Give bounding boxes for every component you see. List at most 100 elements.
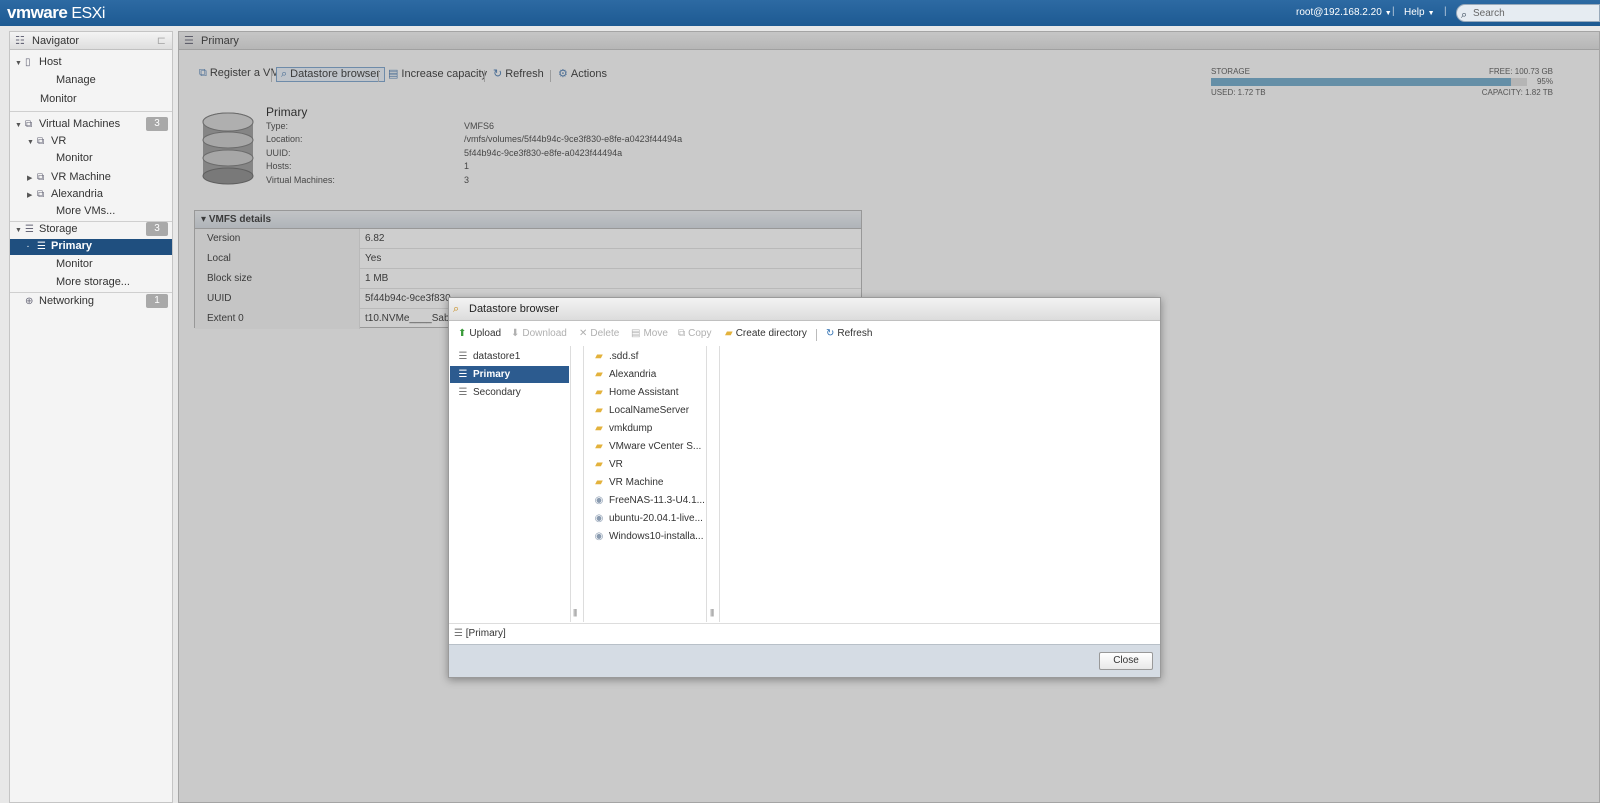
dialog-toolbar: ⬆ Upload ⬇ Download ✕ Delete ▤ Move ⧉ Copy ▰ C… [449, 325, 1160, 343]
datastore-browser-icon: ⌕ [453, 303, 460, 315]
navigator-panel: ☷ Navigator ⊏ ▼ ▯ Host Manage Monitor ▼ ⧉ Vi… [9, 31, 173, 803]
vm-icon: ⧉ [37, 136, 45, 147]
folder-add-icon: ▰ [725, 328, 733, 339]
delete-icon: ✕ [579, 328, 588, 339]
help-menu[interactable]: Help ▼ [1404, 7, 1435, 18]
datastore-icon: ☰ [37, 241, 46, 252]
nav-host[interactable]: ▼ ▯ Host [15, 54, 62, 71]
separator [816, 329, 817, 341]
vm-icon: ⧉ [37, 172, 45, 183]
folder-icon: ▰ [595, 405, 603, 416]
navigator-header: ☷ Navigator ⊏ [10, 32, 172, 50]
nav-storage-primary[interactable]: · ☰ Primary [27, 238, 92, 255]
disc-image-icon: ◉ [594, 531, 604, 542]
datastore-list: ☰ datastore1 ☰ Primary ☰ Secondary ||| [449, 346, 577, 622]
close-button[interactable]: Close [1099, 652, 1153, 670]
folder-icon: ▰ [595, 351, 603, 362]
vm-icon: ⧉ [37, 189, 45, 200]
nav-vm-vr-monitor[interactable]: Monitor [56, 150, 93, 167]
datastore-browser-dialog: ⌕ Datastore browser ⬆ Upload ⬇ Download ✕ D… [448, 297, 1161, 678]
upload-icon: ⬆ [458, 328, 467, 339]
nav-vm-alexandria[interactable]: ▶ ⧉ Alexandria [27, 186, 103, 203]
file-list: ▰ .sdd.sf ▰ Alexandria ▰ Home Assistant ▰ Lo… [583, 346, 714, 622]
datastore-item-selected[interactable]: ☰ Primary [450, 366, 569, 383]
datastore-icon: ☰ [458, 351, 468, 362]
host-icon: ▯ [25, 57, 31, 68]
storage-icon: ☰ [25, 224, 34, 235]
chevron-down-icon: ▼ [1384, 10, 1392, 17]
upload-button[interactable]: ⬆ Upload [458, 325, 501, 343]
datastore-item[interactable]: ☰ Secondary [449, 384, 570, 401]
column-resize-handle[interactable]: ||| [710, 608, 714, 617]
create-directory-button[interactable]: ▰ Create directory [725, 325, 807, 343]
datastore-item[interactable]: ☰ datastore1 [449, 348, 570, 365]
networking-count-badge: 1 [146, 294, 168, 308]
nav-networking[interactable]: ⊕ Networking [15, 293, 94, 310]
delete-button[interactable]: ✕ Delete [579, 325, 619, 343]
search-icon: ⌕ [1461, 9, 1468, 21]
move-icon: ▤ [631, 328, 641, 339]
folder-icon: ▰ [595, 387, 603, 398]
folder-icon: ▰ [595, 441, 603, 452]
dialog-footer: Close [449, 644, 1160, 677]
divider [10, 111, 172, 112]
vmware-logo: vmware ESXi [7, 3, 105, 22]
nav-virtual-machines[interactable]: ▼ ⧉ Virtual Machines [15, 116, 120, 133]
current-path: ☰ [Primary] [449, 623, 1160, 643]
column-resize-handle[interactable]: ||| [573, 608, 577, 617]
nav-storage-monitor[interactable]: Monitor [56, 256, 93, 273]
dialog-title-bar[interactable]: ⌕ Datastore browser [449, 298, 1160, 321]
expand-icon[interactable]: ▼ [15, 222, 25, 239]
list-item[interactable]: ◉ Windows10-installa... [592, 528, 706, 545]
file-detail-pane [719, 346, 1160, 622]
vm-count-badge: 3 [146, 117, 168, 131]
list-item[interactable]: ◉ ubuntu-20.04.1-live... [592, 510, 706, 527]
download-icon: ⬇ [511, 328, 520, 339]
copy-button[interactable]: ⧉ Copy [678, 325, 712, 343]
move-button[interactable]: ▤ Move [631, 325, 668, 343]
list-item[interactable]: ▰ VR Machine [592, 474, 706, 491]
dialog-refresh-button[interactable]: ↻ Refresh [826, 325, 872, 343]
datastore-icon: ☰ [458, 387, 468, 398]
network-icon: ⊕ [25, 296, 34, 307]
expand-icon[interactable]: ▼ [15, 55, 25, 72]
list-item[interactable]: ▰ vmkdump [592, 420, 706, 437]
search-input[interactable]: ⌕ Search [1456, 4, 1600, 22]
expand-icon[interactable]: ▼ [27, 134, 37, 151]
nav-vm-vr-machine[interactable]: ▶ ⧉ VR Machine [27, 169, 111, 186]
list-item[interactable]: ▰ VMware vCenter S... [592, 438, 706, 455]
nav-host-monitor[interactable]: Monitor [40, 91, 77, 108]
nav-more-vms[interactable]: More VMs... [56, 203, 115, 220]
separator: | [1444, 6, 1447, 17]
vm-icon: ⧉ [25, 119, 33, 130]
expand-right-icon[interactable]: ▶ [27, 170, 37, 187]
folder-icon: ▰ [595, 423, 603, 434]
nav-vm-vr[interactable]: ▼ ⧉ VR [27, 133, 66, 150]
collapse-icon[interactable]: ⊏ [157, 32, 166, 50]
user-menu[interactable]: root@192.168.2.20 ▼ [1296, 7, 1392, 18]
folder-icon: ▰ [595, 459, 603, 470]
datastore-icon: ☰ [454, 628, 463, 639]
download-button[interactable]: ⬇ Download [511, 325, 567, 343]
navigator-icon: ☷ [15, 35, 25, 47]
nav-storage[interactable]: ▼ ☰ Storage [15, 221, 78, 238]
disc-image-icon: ◉ [594, 513, 604, 524]
separator: | [1392, 6, 1395, 17]
storage-count-badge: 3 [146, 222, 168, 236]
disc-image-icon: ◉ [594, 495, 604, 506]
list-item[interactable]: ▰ Home Assistant [592, 384, 706, 401]
chevron-down-icon: ▼ [1427, 10, 1435, 17]
list-item[interactable]: ▰ LocalNameServer [592, 402, 706, 419]
list-item[interactable]: ▰ .sdd.sf [592, 348, 706, 365]
expand-right-icon[interactable]: ▶ [27, 187, 37, 204]
datastore-icon: ☰ [458, 369, 468, 380]
list-item[interactable]: ▰ Alexandria [592, 366, 706, 383]
refresh-icon: ↻ [826, 328, 835, 339]
list-item[interactable]: ▰ VR [592, 456, 706, 473]
nav-more-storage[interactable]: More storage... [56, 274, 130, 291]
nav-host-manage[interactable]: Manage [56, 72, 96, 89]
folder-icon: ▰ [595, 477, 603, 488]
top-header: vmware ESXi root@192.168.2.20 ▼ | Help ▼ | … [0, 0, 1600, 26]
list-item[interactable]: ◉ FreeNAS-11.3-U4.1... [592, 492, 706, 509]
expand-icon[interactable]: ▼ [15, 117, 25, 134]
